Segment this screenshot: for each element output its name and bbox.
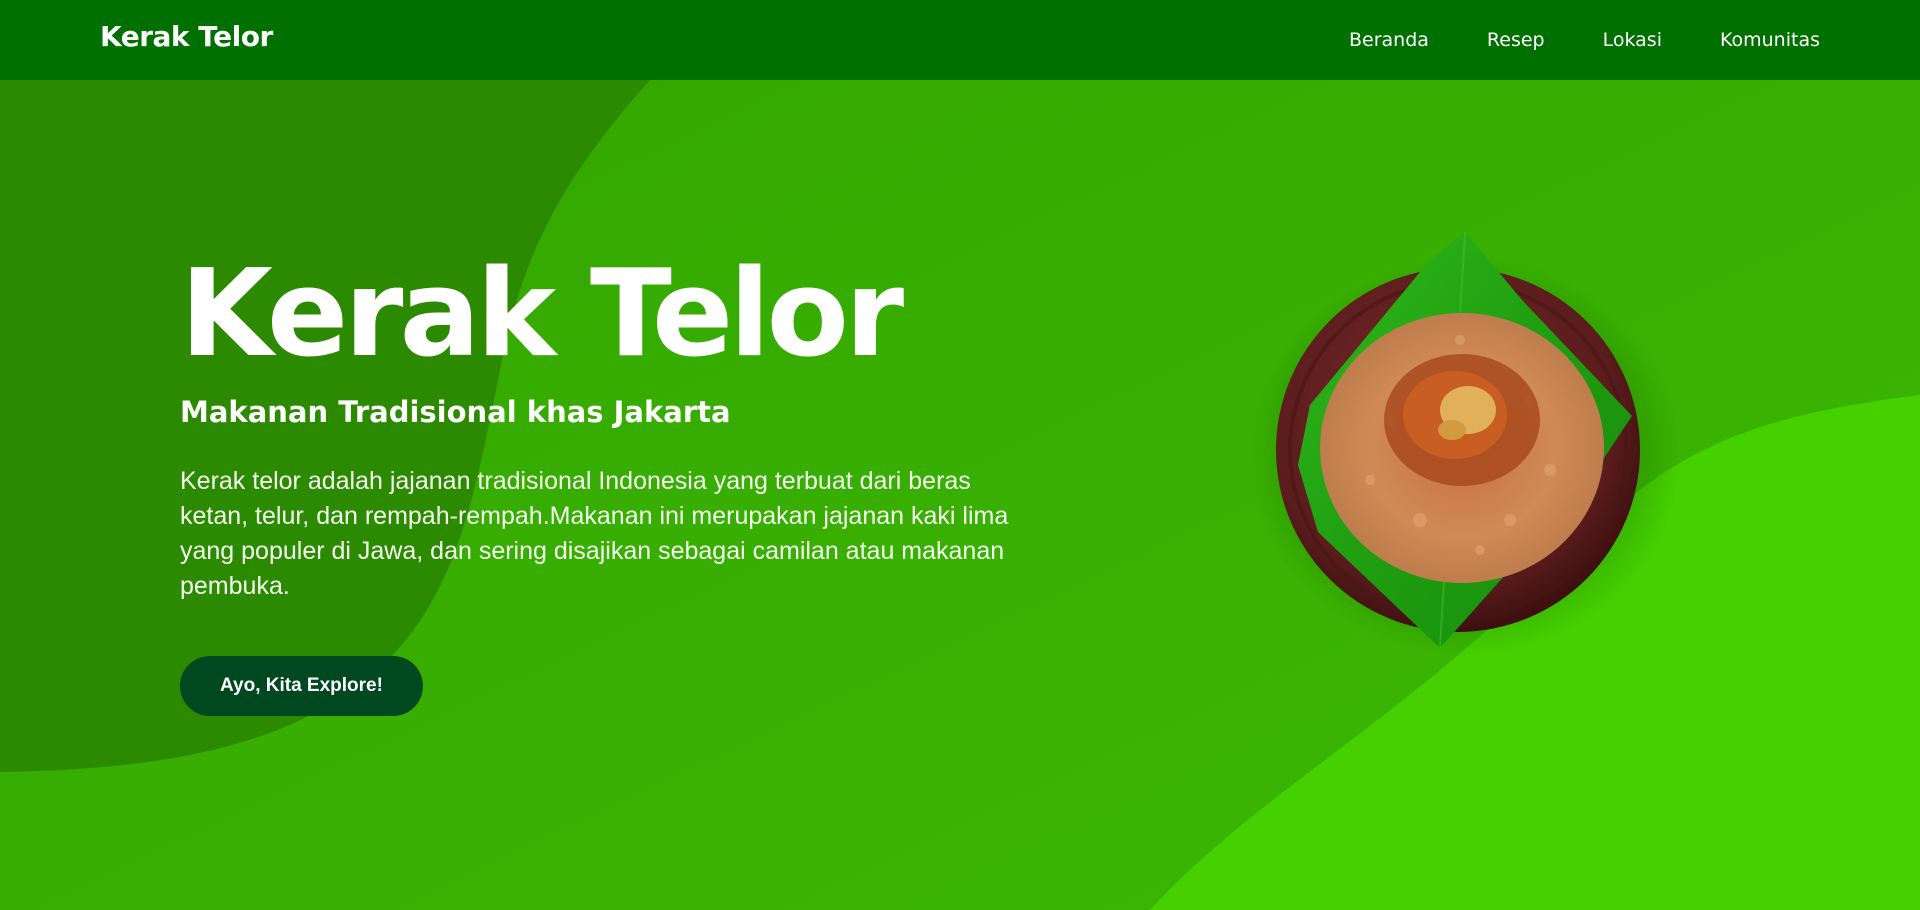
hero-description: Kerak telor adalah jajanan tradisional I… (180, 467, 1009, 600)
hero-subtitle: Makanan Tradisional khas Jakarta (180, 395, 731, 429)
nav-link-beranda[interactable]: Beranda (1349, 29, 1429, 51)
page: Kerak Telor Beranda Resep Lokasi Komunit… (0, 0, 1920, 910)
nav-link-resep[interactable]: Resep (1487, 29, 1545, 51)
brand-logo[interactable]: Kerak Telor (100, 20, 273, 53)
hero-section: Kerak Telor Makanan Tradisional khas Jak… (180, 250, 1020, 716)
kerak-telor-dish-image (1250, 231, 1680, 655)
navbar: Kerak Telor Beranda Resep Lokasi Komunit… (0, 0, 1920, 80)
nav-link-lokasi[interactable]: Lokasi (1603, 29, 1662, 51)
explore-button[interactable]: Ayo, Kita Explore! (180, 656, 423, 716)
hero-title: Kerak Telor (180, 245, 904, 384)
nav-links: Beranda Resep Lokasi Komunitas (1349, 0, 1820, 80)
fried-shallot-topping (1384, 354, 1540, 486)
nav-link-komunitas[interactable]: Komunitas (1720, 29, 1820, 51)
